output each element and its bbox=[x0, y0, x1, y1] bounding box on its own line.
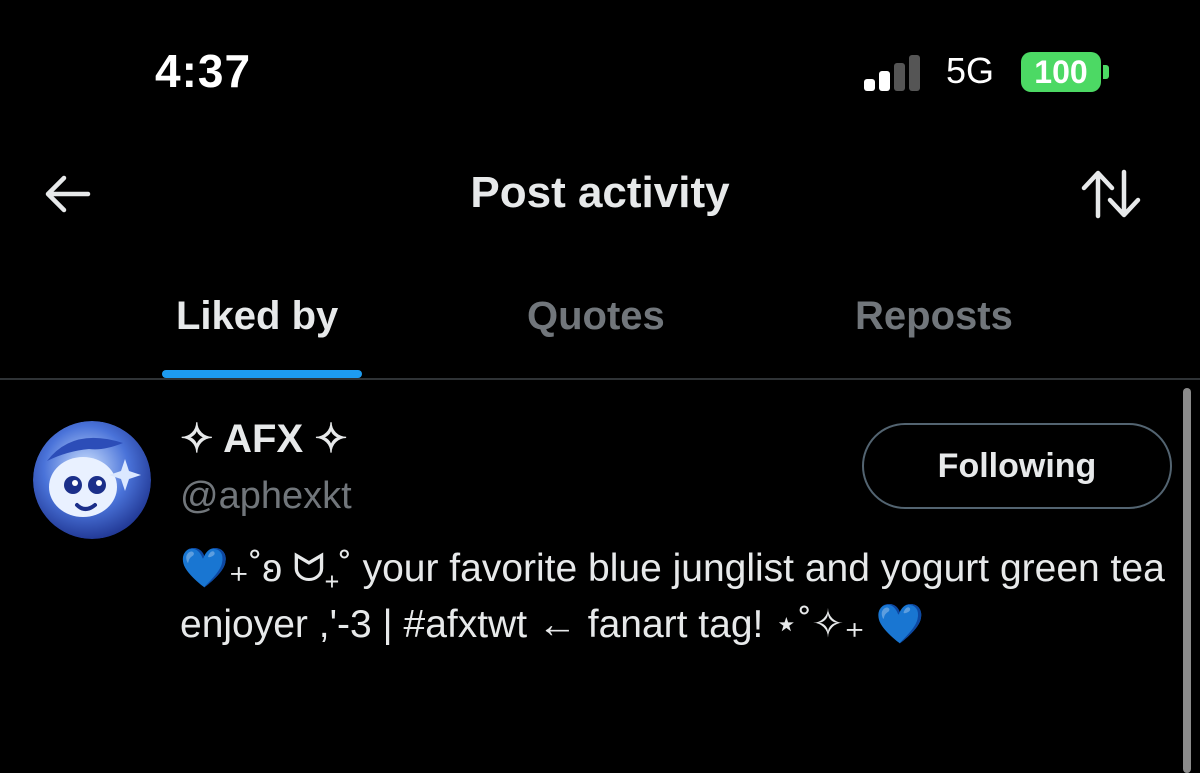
status-time: 4:37 bbox=[155, 45, 252, 97]
scrollbar[interactable] bbox=[1183, 388, 1191, 773]
network-type: 5G bbox=[946, 50, 995, 91]
tab-quotes[interactable]: Quotes bbox=[527, 294, 665, 339]
user-bio: 💙₊˚ʚ ᗢ₊˚ your favorite blue junglist and… bbox=[180, 547, 1165, 646]
battery-cap bbox=[1103, 65, 1109, 79]
status-bar: 4:37 5G 100 bbox=[0, 0, 1200, 140]
active-tab-indicator bbox=[162, 370, 362, 378]
tab-bar: Liked by Quotes Reposts bbox=[0, 280, 1200, 380]
user-handle[interactable]: @aphexkt bbox=[180, 475, 352, 518]
sort-arrows-icon bbox=[1081, 169, 1141, 219]
tab-reposts[interactable]: Reposts bbox=[855, 294, 1013, 339]
following-button[interactable]: Following bbox=[862, 423, 1172, 509]
sort-button[interactable] bbox=[1080, 168, 1142, 220]
user-display-name[interactable]: ✧ AFX ✧ bbox=[180, 416, 348, 462]
battery-icon: 100 bbox=[1021, 52, 1101, 92]
signal-icon bbox=[864, 53, 928, 91]
avatar-image bbox=[33, 421, 151, 539]
tab-liked-by[interactable]: Liked by bbox=[176, 294, 338, 339]
page-title: Post activity bbox=[470, 168, 730, 217]
avatar[interactable] bbox=[33, 421, 151, 539]
